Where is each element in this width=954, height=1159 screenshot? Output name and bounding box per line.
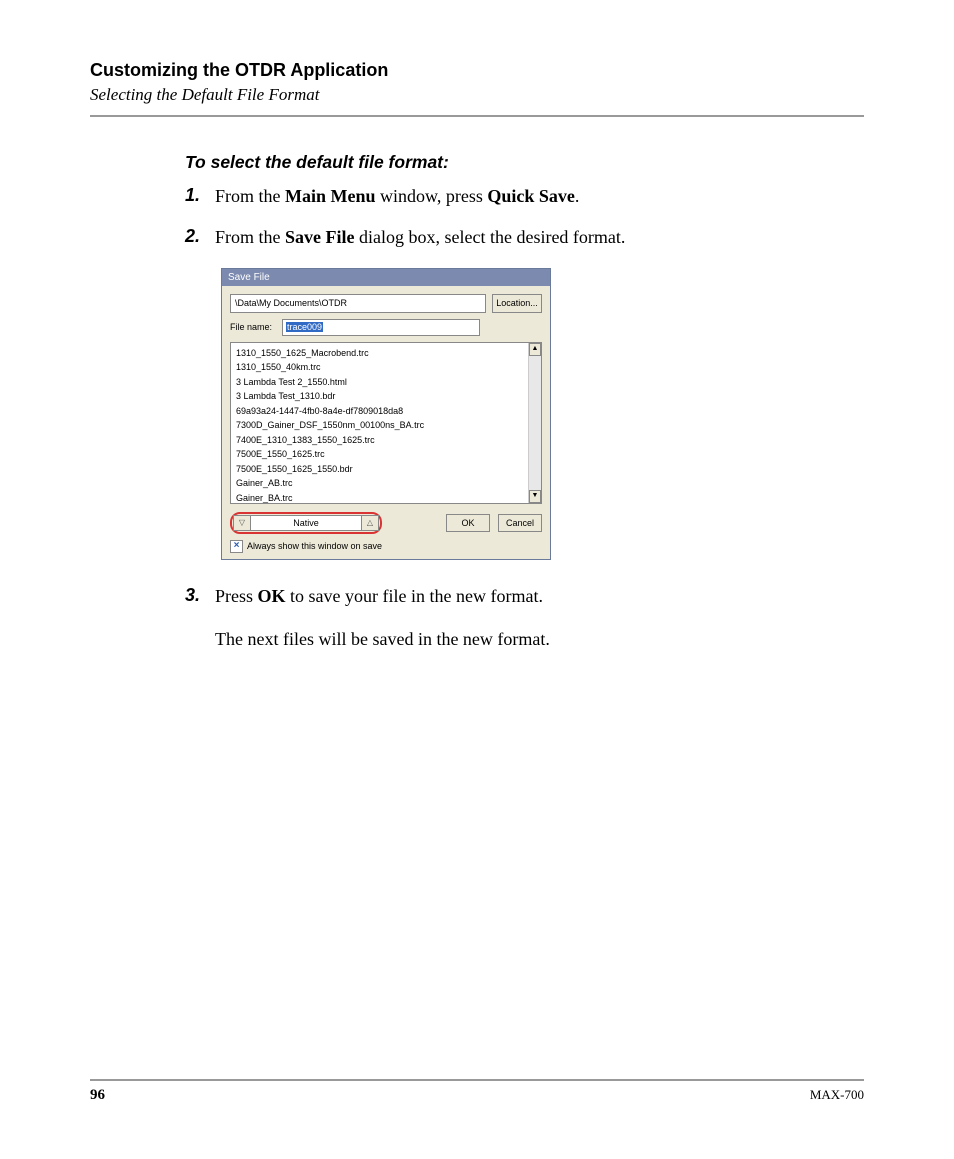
bold-text: OK — [258, 586, 286, 606]
section-title: Selecting the Default File Format — [90, 85, 864, 105]
text-fragment: to save your file in the new format. — [286, 586, 543, 606]
list-item[interactable]: Gainer_BA.trc — [236, 491, 523, 503]
step-followup: The next files will be saved in the new … — [215, 628, 864, 651]
save-file-dialog: Save File \Data\My Documents\OTDR Locati… — [221, 268, 551, 560]
selected-text: trace009 — [286, 322, 323, 332]
list-item[interactable]: 7500E_1550_1625.trc — [236, 447, 523, 462]
step-number: 2. — [185, 226, 215, 249]
chapter-title: Customizing the OTDR Application — [90, 60, 864, 81]
text-fragment: From the — [215, 186, 285, 206]
step-text: Press OK to save your file in the new fo… — [215, 585, 864, 652]
list-item[interactable]: 1310_1550_1625_Macrobend.trc — [236, 346, 523, 361]
list-item[interactable]: 1310_1550_40km.trc — [236, 360, 523, 375]
list-item[interactable]: 3 Lambda Test_1310.bdr — [236, 389, 523, 404]
step-text: From the Save File dialog box, select th… — [215, 226, 864, 249]
list-item[interactable]: 7500E_1550_1625_1550.bdr — [236, 462, 523, 477]
step-2: 2. From the Save File dialog box, select… — [185, 226, 864, 249]
step-text: From the Main Menu window, press Quick S… — [215, 185, 864, 208]
page-footer: 96 MAX-700 — [90, 1079, 864, 1104]
scroll-up-icon[interactable]: ▲ — [529, 343, 541, 356]
filename-input[interactable]: trace009 — [282, 319, 480, 336]
format-selector[interactable]: ▽ Native △ — [230, 512, 382, 534]
text-fragment: . — [575, 186, 580, 206]
scrollbar[interactable]: ▲ ▼ — [528, 343, 541, 503]
header-rule — [90, 115, 864, 117]
filename-label: File name: — [230, 322, 272, 332]
scroll-track[interactable] — [529, 356, 541, 490]
always-show-checkbox[interactable]: × — [230, 540, 243, 553]
list-item[interactable]: 3 Lambda Test 2_1550.html — [236, 375, 523, 390]
path-input[interactable]: \Data\My Documents\OTDR — [230, 294, 486, 313]
step-number: 3. — [185, 585, 215, 652]
model-label: MAX-700 — [810, 1087, 864, 1104]
format-prev-icon[interactable]: ▽ — [233, 515, 251, 531]
step-number: 1. — [185, 185, 215, 208]
instruction-title: To select the default file format: — [185, 152, 864, 173]
text-fragment: Press — [215, 586, 258, 606]
dialog-titlebar: Save File — [222, 269, 550, 286]
step-3: 3. Press OK to save your file in the new… — [185, 585, 864, 652]
cancel-button[interactable]: Cancel — [498, 514, 542, 532]
file-list[interactable]: 1310_1550_1625_Macrobend.trc 1310_1550_4… — [230, 342, 542, 504]
format-label: Native — [251, 515, 361, 531]
format-next-icon[interactable]: △ — [361, 515, 379, 531]
location-button[interactable]: Location... — [492, 294, 542, 313]
always-show-label: Always show this window on save — [247, 541, 382, 551]
list-item[interactable]: 7400E_1310_1383_1550_1625.trc — [236, 433, 523, 448]
text-fragment: window, press — [376, 186, 488, 206]
bold-text: Save File — [285, 227, 355, 247]
list-item[interactable]: 7300D_Gainer_DSF_1550nm_00100ns_BA.trc — [236, 418, 523, 433]
list-item[interactable]: 69a93a24-1447-4fb0-8a4e-df7809018da8 — [236, 404, 523, 419]
footer-rule — [90, 1079, 864, 1081]
bold-text: Main Menu — [285, 186, 376, 206]
text-fragment: From the — [215, 227, 285, 247]
scroll-down-icon[interactable]: ▼ — [529, 490, 541, 503]
step-1: 1. From the Main Menu window, press Quic… — [185, 185, 864, 208]
list-item[interactable]: Gainer_AB.trc — [236, 476, 523, 491]
bold-text: Quick Save — [487, 186, 575, 206]
ok-button[interactable]: OK — [446, 514, 490, 532]
page-number: 96 — [90, 1087, 105, 1104]
text-fragment: dialog box, select the desired format. — [355, 227, 626, 247]
